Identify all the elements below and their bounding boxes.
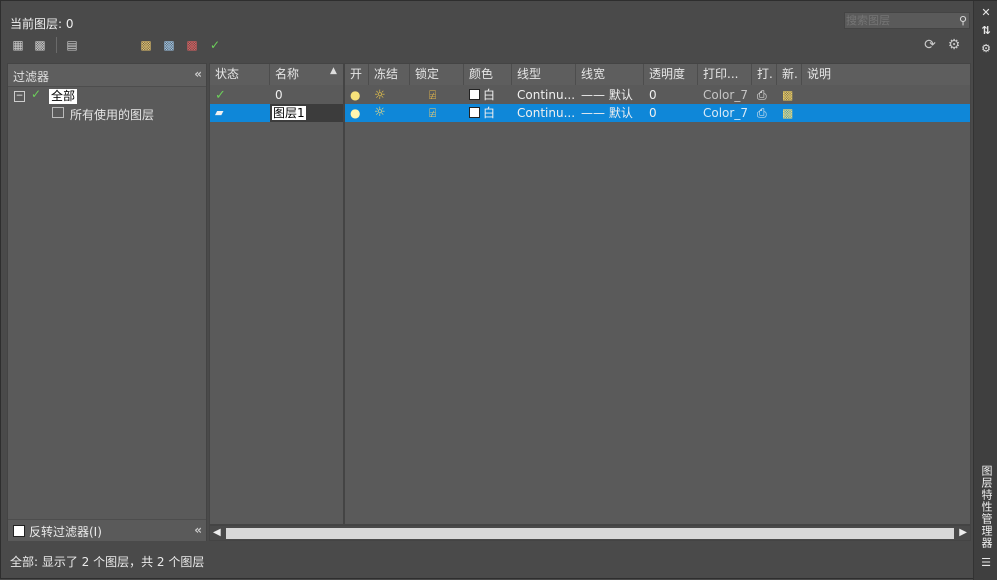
new-vp-freeze-icon[interactable]: ▩ [777,86,802,104]
palette-side-strip: ✕ ⇅ ⚙ 图层特性管理器 ☰ [973,1,997,580]
col-description[interactable]: 说明 [802,64,970,85]
tree-item-used-label: 所有使用的图层 [70,108,155,122]
col-plot[interactable]: 打. [752,64,777,85]
search-layers-box[interactable]: ⚲ [844,12,970,29]
status-bar-text: 全部: 显示了 2 个图层，共 2 个图层 [10,555,205,569]
col-on[interactable]: 开 [345,64,369,85]
layer-color[interactable]: 白 [464,104,512,122]
col-transparency[interactable]: 透明度 [644,64,698,85]
collapse-filter-panel-icon[interactable]: « [194,67,202,81]
invert-filter-checkbox[interactable] [13,525,25,537]
filter-used-layers-icon [52,107,64,118]
palette-title: 图层特性管理器 [980,465,993,549]
new-vp-freeze-icon[interactable]: ▩ [777,104,802,122]
layer-lineweight[interactable]: —— 默认 [576,104,644,122]
col-lineweight[interactable]: 线宽 [576,64,644,85]
filter-panel-footer: 反转过滤器(I) « [8,519,206,541]
current-layer-check-icon: ✓ [215,88,226,103]
search-layers-input[interactable] [845,13,954,27]
col-linetype[interactable]: 线型 [512,64,576,85]
filter-panel-title: 过滤器 [13,70,50,84]
invert-filter-label[interactable]: 反转过滤器(I) [29,523,102,540]
tree-collapse-icon[interactable]: − [14,91,25,102]
col-new-vp-freeze[interactable]: 新. [777,64,802,85]
layer-properties-manager-window: 当前图层: 0 ⚲ ▦ ▩ ▤ ▩ ▩ ▩ ✓ ⟳ ⚙ 过滤器 « − ✓ 全部… [0,0,997,580]
set-current-icon[interactable]: ✓ [207,38,223,52]
table-row-layer-0[interactable]: ✓ 0 ● ☼ ⍯ 白 Continu... —— 默认 0 Color_7 ⎙… [210,86,970,104]
layer-name-editbox[interactable]: 图层1 [270,104,343,122]
layer-plot-style[interactable]: Color_7 [698,104,752,122]
layer-states-manager-icon[interactable]: ▤ [64,38,80,52]
color-swatch [469,89,480,100]
new-group-filter-icon[interactable]: ▩ [32,38,48,52]
toolbar-separator [56,37,57,53]
layer-in-use-icon: ▰ [215,106,224,119]
name-column-divider[interactable] [343,64,345,524]
delete-layer-icon[interactable]: ▩ [184,38,200,52]
horizontal-scrollbar[interactable]: ◀ ▶ [209,525,971,541]
lightbulb-on-icon[interactable]: ● [345,104,369,122]
col-lock[interactable]: 锁定 [410,64,464,85]
current-layer-label: 当前图层: 0 [10,17,74,31]
layer-name[interactable]: 图层1 [272,106,306,120]
layer-linetype[interactable]: Continu... [512,86,576,104]
col-color[interactable]: 颜色 [464,64,512,85]
new-layer-vp-frozen-icon[interactable]: ▩ [161,38,177,52]
layers-palette-icon: ☰ [981,556,991,569]
lightbulb-on-icon[interactable]: ● [345,86,369,104]
filter-panel: 过滤器 « − ✓ 全部 所有使用的图层 反转过滤器(I) « [7,63,207,541]
auto-hide-icon[interactable]: ⇅ [979,25,993,37]
color-swatch [469,107,480,118]
settings-icon[interactable]: ⚙ [946,37,962,53]
printer-icon[interactable]: ⎙ [752,86,777,104]
col-status[interactable]: 状态 [210,64,270,85]
collapse-footer-icon[interactable]: « [194,523,202,537]
color-name: 白 [483,88,496,102]
unlocked-padlock-icon[interactable]: ⍯ [410,104,464,122]
tree-item-all-label: 全部 [49,89,78,104]
col-freeze[interactable]: 冻结 [369,64,410,85]
printer-icon[interactable]: ⎙ [752,104,777,122]
table-row-layer-1-selected[interactable]: ▰ 图层1 ● ☼ ⍯ 白 Continu... —— 默认 0 Color_7… [210,104,970,122]
filter-all-icon: ✓ [31,87,42,101]
layer-linetype[interactable]: Continu... [512,104,576,122]
layer-plot-style[interactable]: Color_7 [698,86,752,104]
new-property-filter-icon[interactable]: ▦ [10,38,26,52]
scroll-right-arrow-icon[interactable]: ▶ [959,527,967,538]
table-header: 状态 名称 ▲ 开 冻结 锁定 颜色 线型 线宽 透明度 打印... 打. 新.… [210,64,970,85]
unlocked-padlock-icon[interactable]: ⍯ [410,86,464,104]
layer-lineweight[interactable]: —— 默认 [576,86,644,104]
close-icon[interactable]: ✕ [979,7,993,19]
layer-transparency[interactable]: 0 [644,104,698,122]
layer-name[interactable]: 0 [270,86,345,104]
scrollbar-thumb[interactable] [226,528,954,539]
scroll-left-arrow-icon[interactable]: ◀ [213,527,221,538]
filter-panel-header: 过滤器 « [8,64,206,87]
layer-list-table: 状态 名称 ▲ 开 冻结 锁定 颜色 线型 线宽 透明度 打印... 打. 新.… [209,63,971,525]
layer-transparency[interactable]: 0 [644,86,698,104]
sun-thawed-icon[interactable]: ☼ [369,86,410,104]
color-name: 白 [483,106,496,120]
col-plot-style[interactable]: 打印... [698,64,752,85]
layer-color[interactable]: 白 [464,86,512,104]
search-icon[interactable]: ⚲ [959,14,967,27]
refresh-icon[interactable]: ⟳ [922,37,938,53]
sun-thawed-icon[interactable]: ☼ [369,104,410,122]
palette-properties-icon[interactable]: ⚙ [979,43,993,55]
sort-ascending-icon: ▲ [330,66,337,76]
new-layer-icon[interactable]: ▩ [138,38,154,52]
